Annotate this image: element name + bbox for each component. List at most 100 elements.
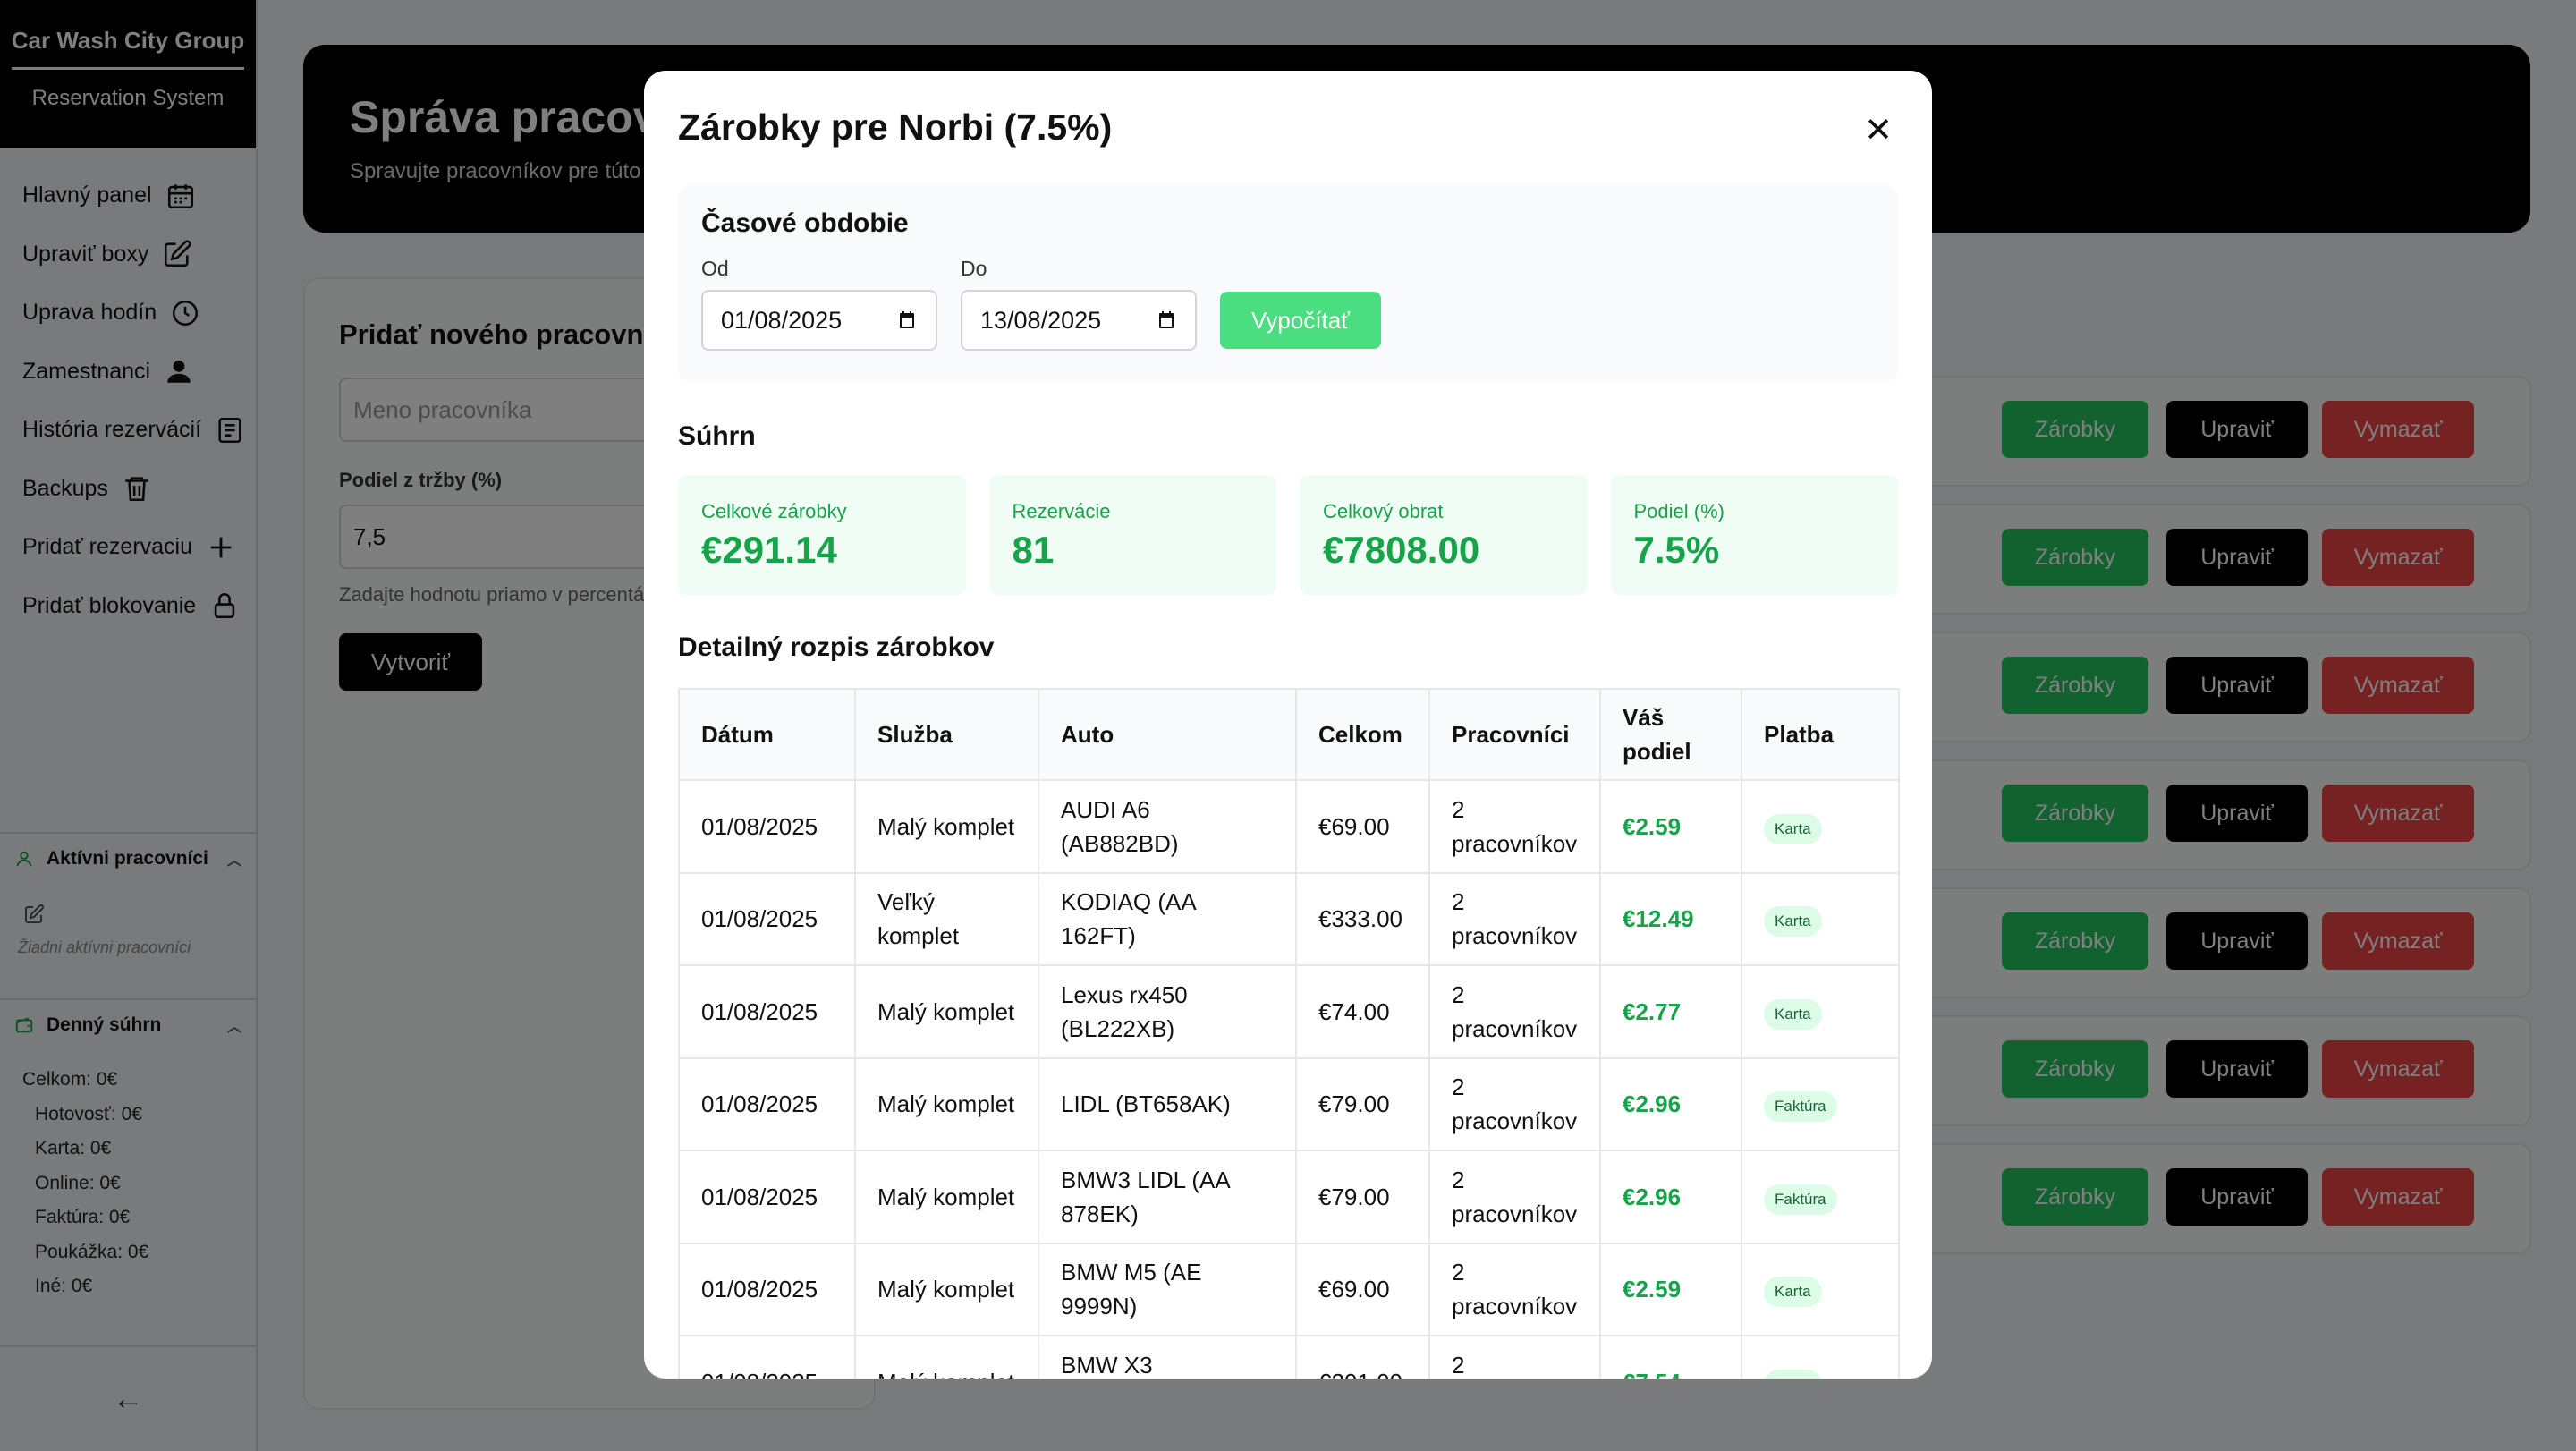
table-row: 01/08/2025 Malý komplet BMW3 LIDL (AA 878E… xyxy=(678,1150,1900,1244)
summary-value: 81 xyxy=(1012,529,1055,571)
to-date-value: 13/08/2025 xyxy=(980,306,1102,334)
cell-date: 01/08/2025 xyxy=(678,1056,856,1151)
cell-share: €2.96 xyxy=(1599,1056,1742,1151)
modal-title: Zárobky pre Norbi (7.5%) xyxy=(678,106,1113,148)
cell-date: 01/08/2025 xyxy=(678,1242,856,1336)
cell-workers: 2 pracovníkov xyxy=(1428,1150,1601,1244)
table-row: 01/08/2025 Veľký komplet KODIAQ (AA 162FT)… xyxy=(678,871,1900,966)
period-panel: Časové obdobie Od 01/08/2025 Do 13/08/20… xyxy=(678,185,1898,382)
cell-workers: 2 pracovníkov xyxy=(1428,779,1601,874)
cell-total: €69.00 xyxy=(1295,1242,1430,1336)
cell-total: €79.00 xyxy=(1295,1150,1430,1244)
table-row: 01/08/2025Malý kompletBMW X3 (BT081EO)€2… xyxy=(678,1335,1900,1379)
cell-share: €2.59 xyxy=(1599,779,1742,874)
cell-service: Malý komplet xyxy=(854,1242,1039,1336)
summary-cards: Celkové zárobky €291.14 Rezervácie 81 Ce… xyxy=(678,475,1898,595)
cell-share: €2.96 xyxy=(1599,1150,1742,1244)
cell-date: 01/08/2025 xyxy=(678,779,856,874)
cell-service: Veľký komplet xyxy=(854,871,1039,966)
summary-share: Podiel (%) 7.5% xyxy=(1610,475,1898,595)
column-header-service: Služba xyxy=(854,688,1039,781)
cell-service: Malý komplet xyxy=(854,779,1039,874)
cell-service: Malý komplet xyxy=(854,964,1039,1059)
cell-payment: Karta xyxy=(1741,871,1900,966)
cell-car: LIDL (BT658AK) xyxy=(1038,1056,1297,1151)
calculate-button[interactable]: Vypočítať xyxy=(1220,292,1381,349)
to-field: Do 13/08/2025 xyxy=(961,257,1197,351)
cell-total: €74.00 xyxy=(1295,964,1430,1059)
close-button[interactable]: ✕ xyxy=(1860,111,1896,149)
cell-date: 01/08/2025 xyxy=(678,1150,856,1244)
cell-total: €79.00 xyxy=(1295,1056,1430,1151)
cell-car: AUDI A6 (AB882BD) xyxy=(1038,779,1297,874)
calendar-icon[interactable] xyxy=(896,310,918,331)
summary-label: Celkový obrat xyxy=(1323,500,1444,522)
table-row: 01/08/2025 Malý komplet Lexus rx450 (BL222… xyxy=(678,964,1900,1059)
cell-payment: Faktúra xyxy=(1741,1150,1900,1244)
cell-workers: 2 pracovníkov xyxy=(1428,964,1601,1059)
cell-car: BMW M5 (AE 9999N) xyxy=(1038,1242,1297,1336)
cell-service: Malý komplet xyxy=(854,1335,1039,1379)
cell-share: €12.49 xyxy=(1599,871,1742,966)
summary-total-earnings: Celkové zárobky €291.14 xyxy=(678,475,966,595)
summary-label: Rezervácie xyxy=(1012,500,1111,522)
payment-badge: Faktúra xyxy=(1764,1091,1837,1123)
cell-workers: 2 pracovníkov xyxy=(1428,1335,1601,1379)
earnings-modal: Zárobky pre Norbi (7.5%) ✕ Časové obdobi… xyxy=(644,71,1932,1379)
cell-total: €201.00 xyxy=(1295,1335,1430,1379)
summary-value: €7808.00 xyxy=(1323,529,1480,571)
table-row: 01/08/2025 Malý komplet LIDL (BT658AK) €79.… xyxy=(678,1056,1900,1151)
summary-turnover: Celkový obrat €7808.00 xyxy=(1300,475,1588,595)
cell-date: 01/08/2025 xyxy=(678,871,856,966)
payment-badge: Karta xyxy=(1764,906,1822,938)
cell-date: 01/08/2025 xyxy=(678,964,856,1059)
table-header-row: Dátum Služba Auto Celkom Pracovníci Váš … xyxy=(678,688,1900,781)
cell-service: Malý komplet xyxy=(854,1056,1039,1151)
column-header-share: Váš podiel xyxy=(1599,688,1742,781)
cell-total: €333.00 xyxy=(1295,871,1430,966)
cell-share: €7.54 xyxy=(1599,1335,1742,1379)
summary-label: Celkové zárobky xyxy=(701,500,847,522)
table-head: Dátum Služba Auto Celkom Pracovníci Váš … xyxy=(678,688,1900,781)
cell-workers: 2 pracovníkov xyxy=(1428,1242,1601,1336)
summary-label: Podiel (%) xyxy=(1633,500,1724,522)
cell-total: €69.00 xyxy=(1295,779,1430,874)
from-field: Od 01/08/2025 xyxy=(701,257,937,351)
cell-payment: Karta xyxy=(1741,964,1900,1059)
column-header-workers: Pracovníci xyxy=(1428,688,1601,781)
from-date-value: 01/08/2025 xyxy=(721,306,843,334)
period-title: Časové obdobie xyxy=(701,208,909,238)
summary-reservations: Rezervácie 81 xyxy=(988,475,1276,595)
breakdown-table: Dátum Služba Auto Celkom Pracovníci Váš … xyxy=(678,688,1900,1379)
breakdown-title: Detailný rozpis zárobkov xyxy=(678,632,995,662)
cell-date: 01/08/2025 xyxy=(678,1335,856,1379)
breakdown-table-wrap[interactable]: Dátum Služba Auto Celkom Pracovníci Váš … xyxy=(678,688,1900,1379)
cell-payment: Karta xyxy=(1741,1242,1900,1336)
cell-share: €2.59 xyxy=(1599,1242,1742,1336)
cell-car: BMW X3 (BT081EO) xyxy=(1038,1335,1297,1379)
table-body: 01/08/2025 Malý komplet AUDI A6 (AB882BD) €… xyxy=(678,779,1900,1379)
cell-workers: 2 pracovníkov xyxy=(1428,1056,1601,1151)
cell-workers: 2 pracovníkov xyxy=(1428,871,1601,966)
payment-badge: Karta xyxy=(1764,813,1822,844)
summary-value: €291.14 xyxy=(701,529,837,571)
column-header-total: Celkom xyxy=(1295,688,1430,781)
cell-service: Malý komplet xyxy=(854,1150,1039,1244)
table-row: 01/08/2025 Malý komplet BMW M5 (AE 9999N) €… xyxy=(678,1242,1900,1336)
column-header-car: Auto xyxy=(1038,688,1297,781)
cell-payment: Karta xyxy=(1741,1335,1900,1379)
cell-car: KODIAQ (AA 162FT) xyxy=(1038,871,1297,966)
cell-payment: Faktúra xyxy=(1741,1056,1900,1151)
cell-car: Lexus rx450 (BL222XB) xyxy=(1038,964,1297,1059)
column-header-date: Dátum xyxy=(678,688,856,781)
to-date-input[interactable]: 13/08/2025 xyxy=(961,290,1197,351)
from-date-input[interactable]: 01/08/2025 xyxy=(701,290,937,351)
calendar-icon[interactable] xyxy=(1156,310,1177,331)
cell-payment: Karta xyxy=(1741,779,1900,874)
close-icon: ✕ xyxy=(1864,111,1893,149)
period-fields: Od 01/08/2025 Do 13/08/2025 Vypočítať xyxy=(701,257,1875,351)
summary-value: 7.5% xyxy=(1633,529,1720,571)
cell-share: €2.77 xyxy=(1599,964,1742,1059)
payment-badge: Faktúra xyxy=(1764,1184,1837,1215)
payment-badge: Karta xyxy=(1764,1277,1822,1308)
